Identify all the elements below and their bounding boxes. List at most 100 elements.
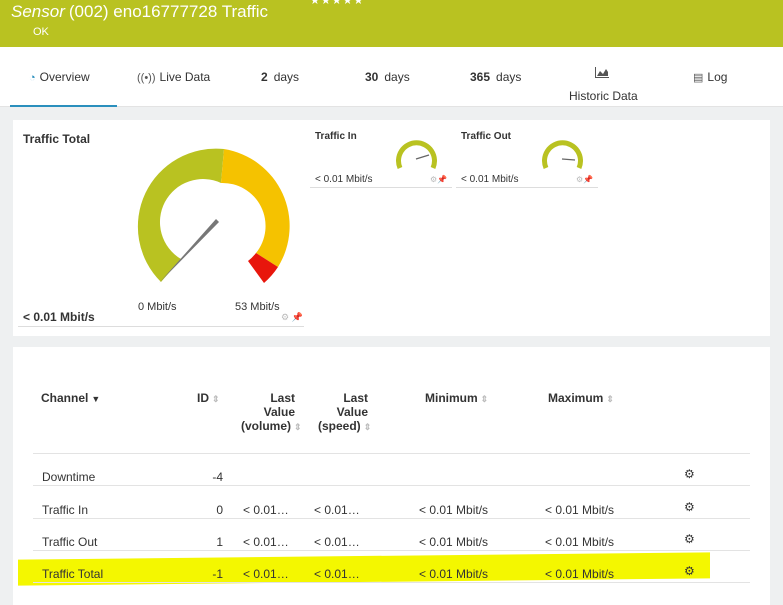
- traffic-in-tools[interactable]: ⚙📌: [430, 175, 447, 184]
- area-chart-icon: [595, 67, 609, 81]
- row-divider: [33, 518, 750, 519]
- col-header-last-volume-l1: Last: [270, 391, 295, 405]
- gauges-panel: Traffic Total 0 Mbit/s 53 Mbit/s < 0.01 …: [13, 120, 770, 336]
- pin-icon[interactable]: 📌: [292, 312, 303, 322]
- tab-30-days-num: 30: [365, 70, 379, 84]
- gauge-max-label: 53 Mbit/s: [235, 301, 280, 313]
- col-header-id-label: ID: [197, 391, 209, 405]
- traffic-out-gauge: [542, 140, 583, 169]
- tab-historic-data[interactable]: Historic Data: [560, 47, 650, 107]
- channel-settings-icon[interactable]: ⚙: [684, 532, 695, 546]
- gauge-tools[interactable]: ⚙ 📌: [281, 312, 303, 323]
- traffic-in-title: Traffic In: [315, 131, 357, 142]
- tab-30-days-unit: days: [384, 70, 410, 84]
- priority-stars[interactable]: ★★★★★: [310, 0, 364, 7]
- gauge-value: < 0.01 Mbit/s: [23, 310, 95, 324]
- tab-30-days[interactable]: 30 days: [355, 47, 425, 107]
- tab-overview-label: Overview: [39, 70, 90, 84]
- channel-settings-icon[interactable]: ⚙: [684, 564, 695, 578]
- gear-icon[interactable]: ⚙: [281, 312, 289, 322]
- sort-icon: ⇕: [480, 394, 489, 404]
- channel-id: -1: [212, 567, 223, 581]
- last-speed: < 0.01…: [314, 535, 360, 549]
- traffic-out-gauge-card: Traffic Out < 0.01 Mbit/s ⚙📌: [456, 120, 598, 188]
- tab-2-days-num: 2: [261, 70, 268, 84]
- log-icon: ▤: [693, 72, 704, 84]
- last-volume: < 0.01…: [243, 503, 289, 517]
- channel-id: -4: [212, 470, 223, 484]
- channel-name[interactable]: Traffic In: [42, 503, 88, 517]
- col-header-channel[interactable]: Channel ▼: [41, 391, 100, 406]
- row-divider: [33, 485, 750, 486]
- col-header-last-speed-l2: Value: [336, 405, 368, 419]
- tab-2-days[interactable]: 2 days: [250, 47, 320, 107]
- traffic-out-value: < 0.01 Mbit/s: [461, 174, 519, 185]
- sort-icon: ⇕: [363, 422, 372, 432]
- live-data-icon: ((•)): [137, 72, 156, 84]
- overview-icon: ◔: [29, 72, 36, 84]
- status-text: OK: [33, 26, 49, 38]
- pin-icon[interactable]: 📌: [437, 175, 447, 184]
- col-header-channel-label: Channel: [41, 391, 89, 405]
- channel-name[interactable]: Traffic Out: [42, 535, 97, 549]
- channel-settings-icon[interactable]: ⚙: [684, 467, 695, 481]
- col-header-last-volume[interactable]: Last Value (volume) ⇕: [241, 391, 302, 434]
- traffic-out-divider: [456, 187, 598, 188]
- traffic-out-title: Traffic Out: [461, 131, 512, 142]
- col-header-minimum[interactable]: Minimum ⇕: [425, 391, 488, 406]
- tab-bar: ◔ Overview ((•)) Live Data 2 days 30 days 36…: [0, 47, 783, 107]
- col-header-minimum-label: Minimum: [425, 391, 478, 405]
- gauge-divider: [18, 326, 304, 327]
- traffic-total-gauge: [137, 148, 290, 283]
- tab-log[interactable]: ▤ Log: [685, 47, 745, 107]
- tab-365-days-num: 365: [470, 70, 491, 84]
- gauge-green-arc: [137, 148, 224, 282]
- col-header-maximum[interactable]: Maximum ⇕: [548, 391, 614, 406]
- channel-id: 0: [216, 503, 223, 517]
- sort-icon: ⇕: [294, 422, 302, 432]
- main-gauge-title: Traffic Total: [23, 132, 91, 146]
- last-volume: < 0.01…: [243, 567, 289, 581]
- traffic-in-divider: [310, 187, 452, 188]
- traffic-in-gauge: [396, 140, 437, 169]
- sensor-header: Sensor (002) eno16777728 Traffic ★★★★★ OK: [0, 0, 783, 47]
- sort-icon: ⇕: [606, 394, 614, 404]
- row-divider: [33, 582, 750, 583]
- minimum-value: < 0.01 Mbit/s: [419, 503, 489, 517]
- row-divider: [33, 453, 750, 454]
- sensor-label: Sensor: [11, 2, 65, 21]
- tab-2-days-unit: days: [273, 70, 300, 84]
- tab-365-days-unit: days: [496, 70, 522, 84]
- minimum-value: < 0.01 Mbit/s: [419, 567, 489, 581]
- col-header-maximum-label: Maximum: [548, 391, 604, 405]
- tab-live-label: Live Data: [159, 70, 211, 84]
- channels-table: Channel ▼ ID ⇕ Last Value (volume) ⇕ Last V…: [13, 347, 770, 605]
- channel-settings-icon[interactable]: ⚙: [684, 500, 695, 514]
- col-header-id[interactable]: ID ⇕: [197, 391, 220, 406]
- tab-365-days[interactable]: 365 days: [460, 47, 540, 107]
- channel-name[interactable]: Downtime: [42, 470, 95, 484]
- sensor-name: (002) eno16777728 Traffic: [68, 2, 268, 21]
- pin-icon[interactable]: 📌: [583, 175, 593, 184]
- last-volume: < 0.01…: [243, 535, 289, 549]
- traffic-in-gauge-card: Traffic In < 0.01 Mbit/s ⚙📌: [310, 120, 452, 188]
- col-header-last-volume-l3: (volume): [241, 419, 292, 433]
- traffic-in-value: < 0.01 Mbit/s: [315, 174, 373, 185]
- col-header-last-speed-l3: (speed): [318, 419, 361, 433]
- tab-log-label: Log: [707, 70, 728, 84]
- traffic-out-tools[interactable]: ⚙📌: [576, 175, 593, 184]
- sensor-title: Sensor (002) eno16777728 Traffic: [11, 2, 268, 22]
- sort-desc-icon: ▼: [91, 394, 101, 404]
- channel-id: 1: [216, 535, 223, 549]
- last-speed: < 0.01…: [314, 503, 360, 517]
- gauge-min-label: 0 Mbit/s: [138, 301, 177, 313]
- col-header-last-volume-l2: Value: [263, 405, 295, 419]
- tab-live-data[interactable]: ((•)) Live Data: [125, 47, 225, 107]
- minimum-value: < 0.01 Mbit/s: [419, 535, 489, 549]
- tab-historic-label: Historic Data: [569, 89, 638, 103]
- col-header-last-speed[interactable]: Last Value (speed) ⇕: [318, 391, 371, 434]
- channel-name[interactable]: Traffic Total: [42, 567, 103, 581]
- col-header-last-speed-l1: Last: [343, 391, 368, 405]
- maximum-value: < 0.01 Mbit/s: [545, 567, 615, 581]
- tab-overview[interactable]: ◔ Overview: [10, 47, 117, 107]
